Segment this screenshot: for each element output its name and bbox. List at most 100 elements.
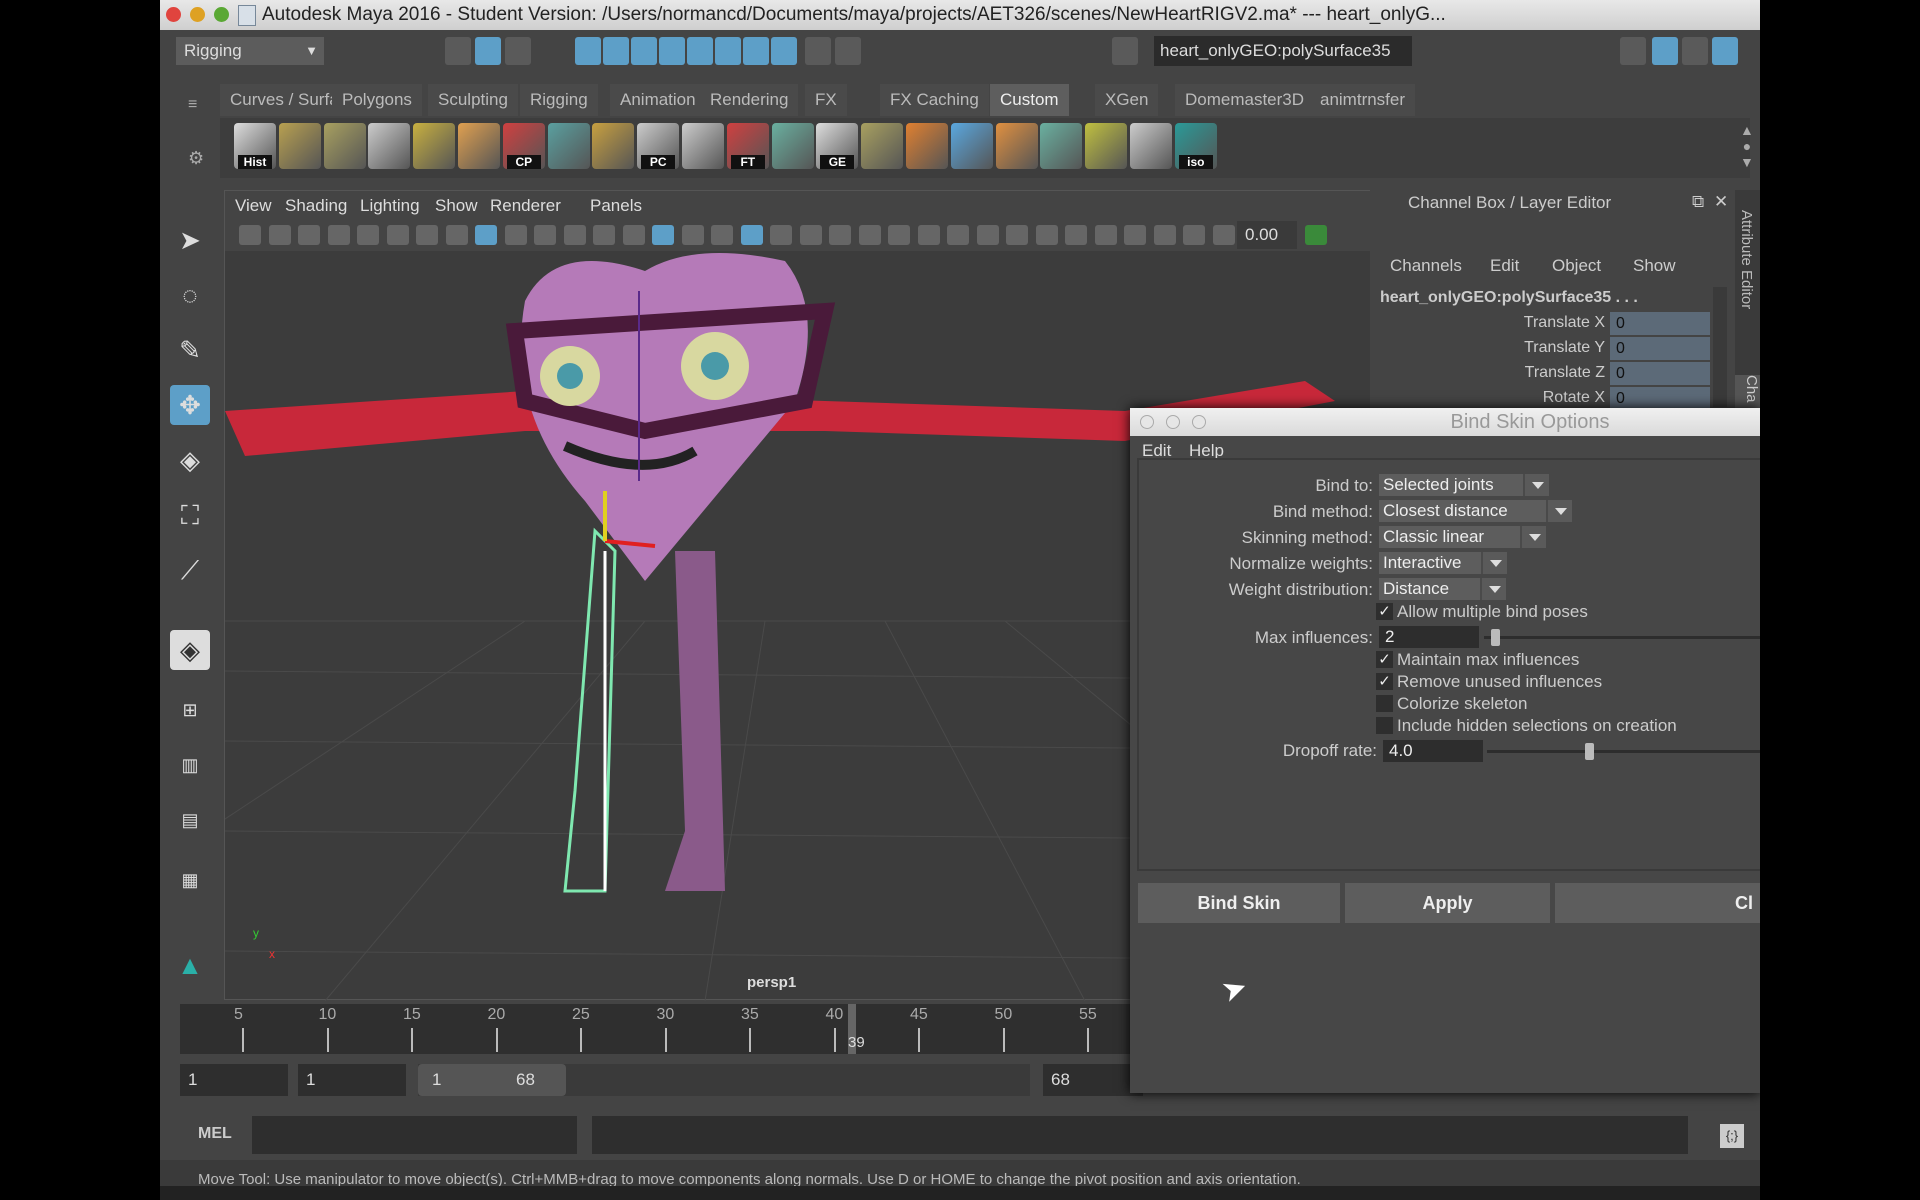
bind-method-dropdown[interactable]: Closest distance — [1379, 500, 1572, 522]
playback-start-field[interactable]: 1 — [298, 1064, 406, 1096]
grid-orange-icon[interactable] — [906, 123, 948, 169]
four-layout-icon[interactable]: ⊞ — [170, 690, 210, 730]
menu-show[interactable]: Show — [1633, 256, 1676, 276]
tab-sculpting[interactable]: Sculpting — [428, 84, 518, 116]
uv-map-icon[interactable] — [413, 123, 456, 169]
last-tool-icon[interactable]: ⟋ — [170, 550, 210, 590]
plane-icon[interactable] — [861, 123, 904, 169]
tab-animation[interactable]: Animation — [610, 84, 706, 116]
menu-renderer[interactable]: Renderer — [490, 196, 561, 216]
tab-polygons[interactable]: Polygons — [332, 84, 422, 116]
gear-icon[interactable]: ⚙ — [188, 148, 204, 169]
viewport-tool-icon[interactable] — [976, 225, 999, 245]
tab-animtrnsfer[interactable]: animtrnsfer — [1310, 84, 1416, 116]
viewport-tool-icon[interactable] — [652, 225, 674, 245]
snap-view-icon[interactable] — [659, 37, 685, 65]
tab-domemaster3d[interactable]: Domemaster3D — [1175, 84, 1315, 116]
window-icon[interactable]: GE — [816, 123, 859, 169]
input-mode-icon[interactable] — [1112, 37, 1138, 65]
paint-brush-icon[interactable] — [950, 123, 993, 169]
remove-unused-checkbox[interactable]: ✓ — [1376, 673, 1393, 690]
menu-edit[interactable]: Edit — [1490, 256, 1519, 276]
normalize-weights-dropdown[interactable]: Interactive — [1379, 552, 1507, 574]
move-tool-icon[interactable]: ✥ — [170, 385, 210, 425]
weight-distribution-dropdown[interactable]: Distance — [1379, 578, 1506, 600]
viewport-tool-icon[interactable] — [1212, 225, 1235, 245]
dropoff-rate-slider[interactable] — [1487, 750, 1760, 753]
channel-value[interactable]: 0 — [1610, 387, 1710, 410]
node-editor-icon[interactable] — [547, 123, 590, 169]
viewport-tool-icon[interactable] — [1094, 225, 1117, 245]
select-tool-icon[interactable]: ➤ — [170, 220, 210, 260]
axis-icon[interactable]: FT — [726, 123, 769, 169]
script-language-label[interactable]: MEL — [198, 1125, 232, 1143]
snap-vertex-icon[interactable] — [715, 37, 741, 65]
snap-point-icon[interactable] — [631, 37, 657, 65]
viewport-tool-icon[interactable] — [799, 225, 822, 245]
maya-logo-icon[interactable]: ▲ — [170, 945, 210, 985]
rotate-tool-icon[interactable]: ◈ — [170, 440, 210, 480]
brush-icon[interactable] — [682, 123, 724, 169]
viewport-tool-icon[interactable] — [534, 225, 556, 245]
channel-row[interactable]: Translate X 0 — [1370, 312, 1710, 336]
colorize-checkbox[interactable] — [1376, 695, 1393, 712]
select-hierarchy-icon[interactable] — [445, 37, 471, 65]
plane-icon[interactable] — [323, 123, 366, 169]
outliner-layout-icon[interactable]: ▤ — [170, 800, 210, 840]
time-slider[interactable]: 5 10 15 20 25 30 35 40 45 50 55 39 — [180, 1004, 1290, 1054]
menu-channels[interactable]: Channels — [1390, 256, 1462, 276]
menu-lighting[interactable]: Lighting — [360, 196, 420, 216]
viewport-tool-icon[interactable] — [357, 225, 379, 245]
bind-skin-button[interactable]: Bind Skin — [1138, 883, 1340, 923]
viewport-tool-icon[interactable] — [563, 225, 586, 245]
viewport-tool-icon[interactable] — [681, 225, 704, 245]
tab-fx[interactable]: FX — [805, 84, 847, 116]
modeling-toolkit-icon[interactable] — [1620, 37, 1646, 65]
menu-panels[interactable]: Panels — [590, 196, 642, 216]
viewport-tool-icon[interactable] — [917, 225, 940, 245]
channel-box-toggle-icon[interactable] — [1652, 37, 1678, 65]
dialog-minimize-icon[interactable] — [1166, 415, 1180, 429]
minimize-window-icon[interactable] — [190, 7, 205, 22]
start-time-field[interactable]: 1 — [180, 1064, 288, 1096]
viewport-tool-icon[interactable] — [268, 225, 291, 245]
snap-curve-icon[interactable] — [603, 37, 629, 65]
paint-disk-icon[interactable] — [1085, 123, 1128, 169]
cube-icon[interactable] — [458, 123, 500, 169]
scale-tool-icon[interactable]: ⛶ — [170, 495, 210, 535]
menu-show[interactable]: Show — [435, 196, 478, 216]
menu-shading[interactable]: Shading — [285, 196, 347, 216]
maintain-max-checkbox[interactable]: ✓ — [1376, 651, 1393, 668]
close-icon[interactable]: ✕ — [1714, 192, 1728, 212]
playback-end-field[interactable]: 68 — [1043, 1064, 1143, 1096]
viewport-tool-icon[interactable] — [1006, 225, 1028, 245]
max-influences-field[interactable]: 2 — [1379, 626, 1479, 648]
selection-field[interactable]: heart_onlyGEO:polySurface35 — [1154, 36, 1412, 66]
allow-multiple-checkbox[interactable]: ✓ — [1376, 603, 1393, 620]
viewport-tool-icon[interactable] — [858, 225, 881, 245]
axis-icon[interactable]: CP — [502, 123, 545, 169]
tab-xgen[interactable]: XGen — [1095, 84, 1159, 116]
lasso-tool-icon[interactable]: ◌ — [170, 275, 210, 315]
tab-custom[interactable]: Custom — [990, 84, 1069, 116]
zoom-window-icon[interactable] — [214, 7, 229, 22]
tab-rendering[interactable]: Rendering — [700, 84, 799, 116]
menu-set-dropdown[interactable]: Rigging ▼ — [176, 37, 324, 65]
range-bar[interactable]: 1 68 — [418, 1064, 1030, 1096]
tab-rigging[interactable]: Rigging — [520, 84, 598, 116]
layers-icon[interactable] — [1712, 37, 1738, 65]
script-editor-icon[interactable]: {;} — [1720, 1124, 1744, 1148]
bounding-icon[interactable] — [1130, 123, 1172, 169]
channel-row[interactable]: Translate Y 0 — [1370, 337, 1710, 361]
dropoff-rate-field[interactable]: 4.0 — [1383, 740, 1483, 762]
exposure-field[interactable]: 0.00 — [1237, 221, 1297, 249]
hist-icon[interactable]: Hist — [234, 123, 276, 169]
camera-toggle-icon[interactable] — [1305, 225, 1327, 245]
viewport-tool-icon[interactable] — [947, 225, 969, 245]
viewport-tool-icon[interactable] — [593, 225, 615, 245]
history-icon[interactable] — [743, 37, 769, 65]
dialog-zoom-icon[interactable] — [1192, 415, 1206, 429]
skinning-method-dropdown[interactable]: Classic linear — [1379, 526, 1546, 548]
paint-select-icon[interactable]: ✎ — [170, 330, 210, 370]
command-input[interactable] — [252, 1116, 577, 1154]
